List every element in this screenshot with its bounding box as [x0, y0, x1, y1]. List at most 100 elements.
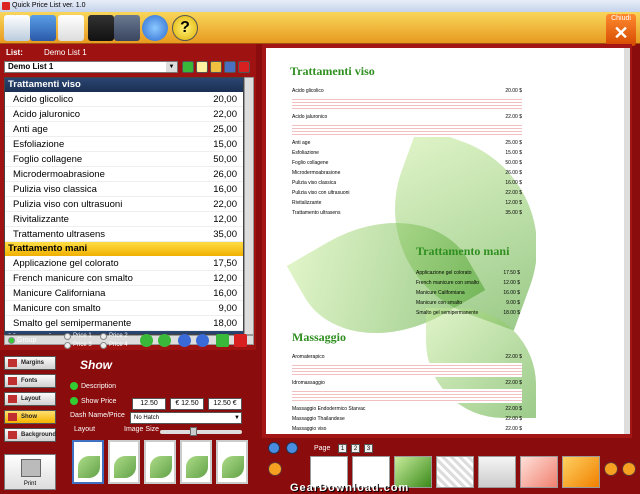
preview-item-price: 22.00 $ — [505, 380, 522, 386]
print-button[interactable]: Print — [4, 454, 56, 490]
list-select[interactable]: Demo List 1 ▼ — [4, 61, 178, 73]
close-button[interactable]: Chiudi ✕ — [606, 14, 636, 46]
list-section-header[interactable]: Trattamento mani — [5, 242, 243, 256]
list-item[interactable]: Anti age 25,00 — [5, 122, 243, 137]
document-icon[interactable] — [58, 15, 84, 41]
price2-radio[interactable] — [100, 333, 107, 340]
background-thumb-7[interactable] — [562, 456, 600, 488]
price1-radio[interactable] — [64, 333, 71, 340]
slider-handle[interactable] — [190, 427, 197, 436]
preview-item-price: 12.00 $ — [505, 200, 522, 206]
price-format-euro-suffix[interactable]: 12.50 € — [208, 398, 242, 410]
chevron-down-icon: ▼ — [234, 415, 240, 421]
list-item[interactable]: Applicazione gel colorato 17,50 — [5, 256, 243, 271]
list-item[interactable]: Smalto gel semipermanente 18,00 — [5, 316, 243, 331]
show-button[interactable]: Show — [4, 410, 56, 424]
list-item[interactable]: Manicure Californiana 16,00 — [5, 286, 243, 301]
list-item[interactable]: Acido jaluronico 22,00 — [5, 107, 243, 122]
page-3[interactable]: 3 — [364, 444, 373, 453]
list-item[interactable]: Foglio collagene 50,00 — [5, 152, 243, 167]
description-radio[interactable] — [70, 382, 78, 390]
film-icon[interactable] — [88, 15, 114, 41]
scroll-left-icon[interactable] — [268, 462, 282, 476]
list-item[interactable]: Trattamento ultrasens 35,00 — [5, 227, 243, 242]
item-price: 12,00 — [213, 273, 237, 284]
group-radio[interactable] — [8, 337, 15, 344]
preview-section-title: Trattamenti viso — [290, 64, 375, 78]
add-icon[interactable] — [216, 334, 229, 347]
layout-thumb-4[interactable] — [180, 440, 212, 484]
list-item[interactable]: Pulizia viso classica 16,00 — [5, 182, 243, 197]
price-format-euro-prefix[interactable]: € 12.50 — [170, 398, 204, 410]
preview-item-price: 50.00 $ — [505, 160, 522, 166]
layout-thumb-1[interactable] — [72, 440, 104, 484]
dash-select[interactable]: No Hatch ▼ — [130, 412, 242, 424]
list-vertical-scrollbar[interactable] — [244, 77, 254, 335]
price-list[interactable]: Trattamenti viso Acido glicolico 20,00 Acid… — [4, 77, 244, 335]
background-thumb-5[interactable] — [478, 456, 516, 488]
preview-item-name: Massaggio Endodermico Starvac — [292, 406, 366, 412]
list-section-header[interactable]: Trattamenti viso — [5, 78, 243, 92]
zoom-out-icon[interactable] — [286, 442, 298, 454]
image-size-slider[interactable] — [160, 427, 242, 436]
description-option[interactable]: Description — [70, 382, 116, 390]
move-up-icon[interactable] — [158, 334, 171, 347]
layout-button[interactable]: Layout — [4, 392, 56, 406]
list-item[interactable]: Microdermoabrasione 26,00 — [5, 167, 243, 182]
preview-item-price: 26.00 $ — [505, 170, 522, 176]
background-button[interactable]: Background — [4, 428, 56, 442]
download-icon[interactable] — [182, 61, 194, 73]
forward-icon[interactable] — [196, 334, 209, 347]
show-price-radio[interactable] — [70, 397, 78, 405]
preview-item: Manicure con smalto 9.00 $ — [416, 300, 520, 306]
scroll-right-icon[interactable] — [604, 462, 618, 476]
layout-thumb-3[interactable] — [144, 440, 176, 484]
save-icon[interactable] — [224, 61, 236, 73]
layout-thumb-2[interactable] — [108, 440, 140, 484]
new-doc-icon[interactable] — [196, 61, 208, 73]
list-item[interactable]: French manicure con smalto 12,00 — [5, 271, 243, 286]
item-price: 16,00 — [213, 184, 237, 195]
background-thumb-6[interactable] — [520, 456, 558, 488]
preview-item: Anti age 25.00 $ — [292, 140, 522, 146]
new-list-icon[interactable] — [4, 15, 30, 41]
globe-icon[interactable] — [142, 15, 168, 41]
preview-item: Esfoliazione 15.00 $ — [292, 150, 522, 156]
zoom-in-icon[interactable] — [268, 442, 280, 454]
image-size-label: Image Size — [124, 426, 160, 433]
remove-icon[interactable] — [234, 334, 247, 347]
rewind-icon[interactable] — [178, 334, 191, 347]
preview-item-price: 22.00 $ — [505, 354, 522, 360]
fonts-button[interactable]: Fonts — [4, 374, 56, 388]
price-format-plain[interactable]: 12.50 — [132, 398, 166, 410]
list-item[interactable]: Pulizia viso con ultrasuoni 22,00 — [5, 197, 243, 212]
preview-scrollbar[interactable] — [624, 48, 630, 434]
price3-radio[interactable] — [64, 342, 71, 349]
server-icon[interactable] — [114, 15, 140, 41]
scroll-end-icon[interactable] — [622, 462, 636, 476]
delete-icon[interactable] — [238, 61, 250, 73]
preview-page[interactable]: Trattamenti viso Acido glicolico 20.00 $ Ac… — [266, 48, 536, 434]
margins-button[interactable]: Margins — [4, 356, 56, 370]
list-item[interactable]: Acido glicolico 20,00 — [5, 92, 243, 107]
main-toolbar: ? — [0, 12, 640, 44]
preview-item-price: 16.00 $ — [505, 180, 522, 186]
preview-item-name: Microdermoabrasione — [292, 170, 341, 176]
page-2[interactable]: 2 — [351, 444, 360, 453]
move-down-icon[interactable] — [140, 334, 153, 347]
layout-thumb-5[interactable] — [216, 440, 248, 484]
open-list-icon[interactable] — [30, 15, 56, 41]
list-item[interactable]: Manicure con smalto 9,00 — [5, 301, 243, 316]
list-item[interactable]: Esfoliazione 15,00 — [5, 137, 243, 152]
preview-item: Foglio collagene 50.00 $ — [292, 160, 522, 166]
folder-icon[interactable] — [210, 61, 222, 73]
help-icon[interactable]: ? — [172, 15, 198, 41]
page-label: Page — [314, 445, 331, 452]
preview-item-description-lines — [292, 389, 522, 403]
show-price-option[interactable]: Show Price — [70, 397, 116, 405]
list-item[interactable]: Rivitalizzante 12,00 — [5, 212, 243, 227]
preview-item-name: Aromaterapico — [292, 354, 325, 360]
price4-radio[interactable] — [100, 342, 107, 349]
background-thumb-4[interactable] — [436, 456, 474, 488]
page-1[interactable]: 1 — [338, 444, 347, 453]
